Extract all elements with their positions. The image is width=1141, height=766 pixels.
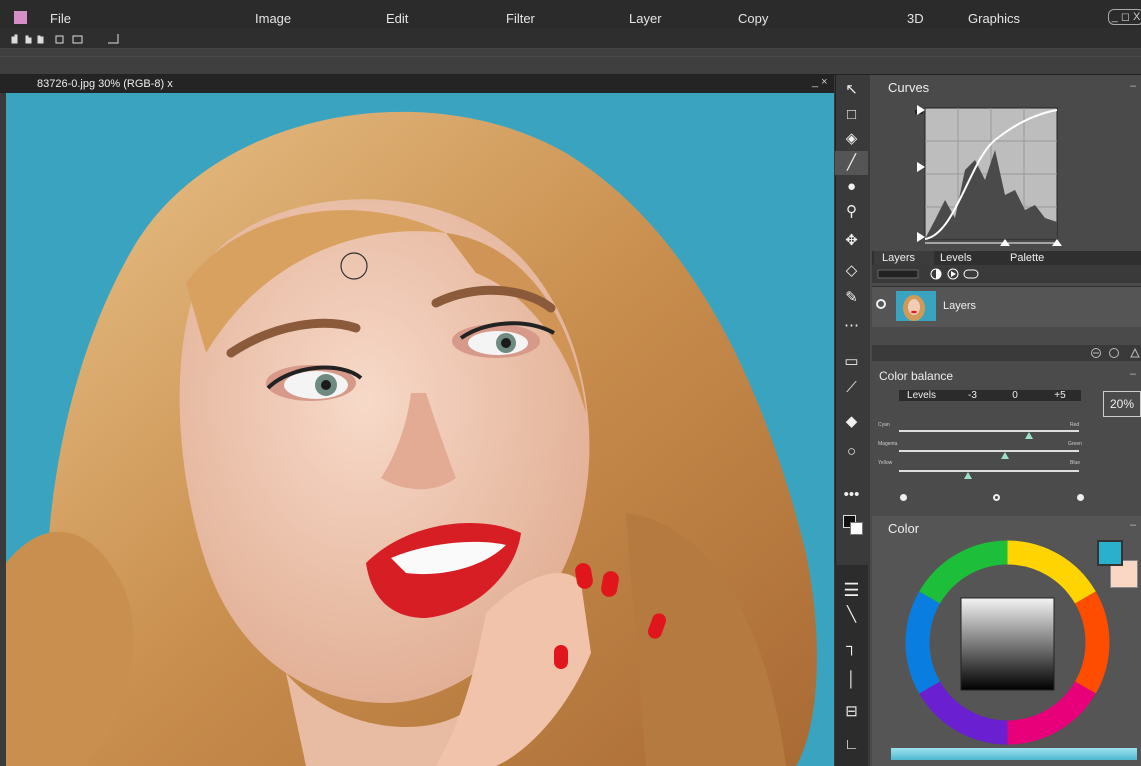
document-shape-tool[interactable]: ▭ [835,350,868,374]
color-wheel[interactable] [905,540,1110,745]
select-arrow-tool[interactable]: ↖ [835,78,868,102]
menu-layer[interactable]: Layer [629,11,662,26]
slider-magenta-green-handle[interactable] [1001,452,1009,459]
rectangle-select-tool[interactable]: □ [835,103,868,127]
image-icon [72,35,83,44]
move-tool[interactable]: ✥ [835,229,868,253]
foreground-swatch[interactable] [1097,540,1123,566]
ellipse-tool[interactable]: ○ [835,440,868,464]
levels-cell[interactable]: Levels [899,390,944,401]
curves-bottom-marker [917,232,925,242]
tab-layers[interactable]: Layers [882,252,915,264]
document-controls[interactable]: _ × [812,76,828,88]
slider-magenta-green[interactable] [899,450,1079,452]
options-divider [0,56,1141,57]
hue-strip[interactable] [891,748,1137,760]
layer-name[interactable]: Layers [943,300,976,312]
more-tools[interactable]: ••• [835,483,868,507]
slider2-right-label: Green [1068,441,1082,447]
slider1-left-label: Cyan [878,422,890,428]
drop-tool[interactable]: ● [835,175,868,199]
color-balance-panel [872,363,1141,513]
eye-icon[interactable] [876,299,886,309]
slider3-left-label: Yellow [878,460,893,466]
menu-file[interactable]: File [50,11,71,26]
curves-graph[interactable] [915,100,1065,250]
slider1-right-label: Red [1070,422,1080,428]
menu-image[interactable]: Image [255,11,291,26]
options-bar [0,49,1141,75]
layer-tools-icons[interactable] [876,266,986,282]
slider3-right-label: Blue [1070,460,1081,466]
tool-strip [0,28,1141,49]
pen-tool[interactable]: ✎ [835,286,868,310]
slider2-left-label: Magenta [878,441,898,447]
layers-stack-tool[interactable]: ◈ [835,127,868,151]
value-zero[interactable]: 0 [995,390,1035,401]
menu-3d[interactable]: 3D [907,11,924,26]
layers-footer-icons[interactable] [1090,347,1141,359]
curves-title: Curves [888,80,930,95]
image-canvas[interactable] [6,93,834,766]
document-tab[interactable]: 83726-0.jpg 30% (RGB-8) x [37,78,173,90]
brush-line-tool[interactable]: ╱ [835,151,868,175]
slider-yellow-blue[interactable] [899,470,1079,472]
menu-copy[interactable]: Copy [738,11,768,26]
align-center-icon [25,35,29,44]
angle-tool[interactable]: ∟ [835,733,868,757]
shadows-radio-icon[interactable] [900,494,907,501]
menu-filter[interactable]: Filter [506,11,535,26]
quick-tools[interactable] [10,32,130,46]
curves-minimize[interactable]: – [1130,80,1136,92]
color-balance-minimize[interactable]: – [1130,368,1136,380]
curves-mid-marker [917,162,925,172]
window-controls[interactable]: _ ◻ X [1108,9,1141,25]
color-title: Color [888,521,920,536]
value-plus[interactable]: +5 [1040,390,1080,401]
vertical-line-tool[interactable]: │ [835,668,868,692]
settings-icon [1109,348,1119,358]
zoom-tool[interactable]: ⚲ [835,200,868,224]
slider-cyan-red-handle[interactable] [1025,432,1033,439]
app-icon[interactable] [14,11,27,24]
link-icon [963,269,979,279]
tab-palette[interactable]: Palette [1010,252,1044,264]
background-color-icon[interactable] [850,522,863,535]
portrait-image [6,93,834,766]
warning-icon [1130,347,1140,358]
slider-cyan-red[interactable] [899,430,1079,432]
menu-lines-tool[interactable]: ☰ [835,578,868,602]
align-right-icon [37,35,41,44]
percent-field[interactable]: 20% [1103,391,1141,417]
fill-bucket-tool[interactable]: ◇ [835,259,868,283]
crop-icon [108,34,119,44]
duplicate-icon [55,35,64,44]
eraser-tool[interactable]: ◆ [835,410,868,434]
midtones-radio-icon[interactable] [993,494,1000,501]
slider-yellow-blue-handle[interactable] [964,472,972,479]
tab-levels[interactable]: Levels [940,252,972,264]
frame-tool[interactable]: ⊟ [835,700,868,724]
menu-edit[interactable]: Edit [386,11,408,26]
diagonal-line-tool[interactable]: ╲ [835,603,868,627]
marquee-tool[interactable]: ⋯ [835,314,868,338]
layers-list-empty [872,327,1141,345]
color-balance-title: Color balance [879,369,954,383]
layer-thumbnail [896,291,936,321]
menu-graphics[interactable]: Graphics [968,11,1020,26]
highlights-radio-icon[interactable] [1077,494,1084,501]
color-minimize[interactable]: – [1130,519,1136,531]
step-line-tool[interactable]: ┐ [835,635,868,659]
align-left-icon [11,36,15,44]
value-minus[interactable]: -3 [950,390,995,401]
eyedropper-tool[interactable]: ⟋ [835,376,868,400]
